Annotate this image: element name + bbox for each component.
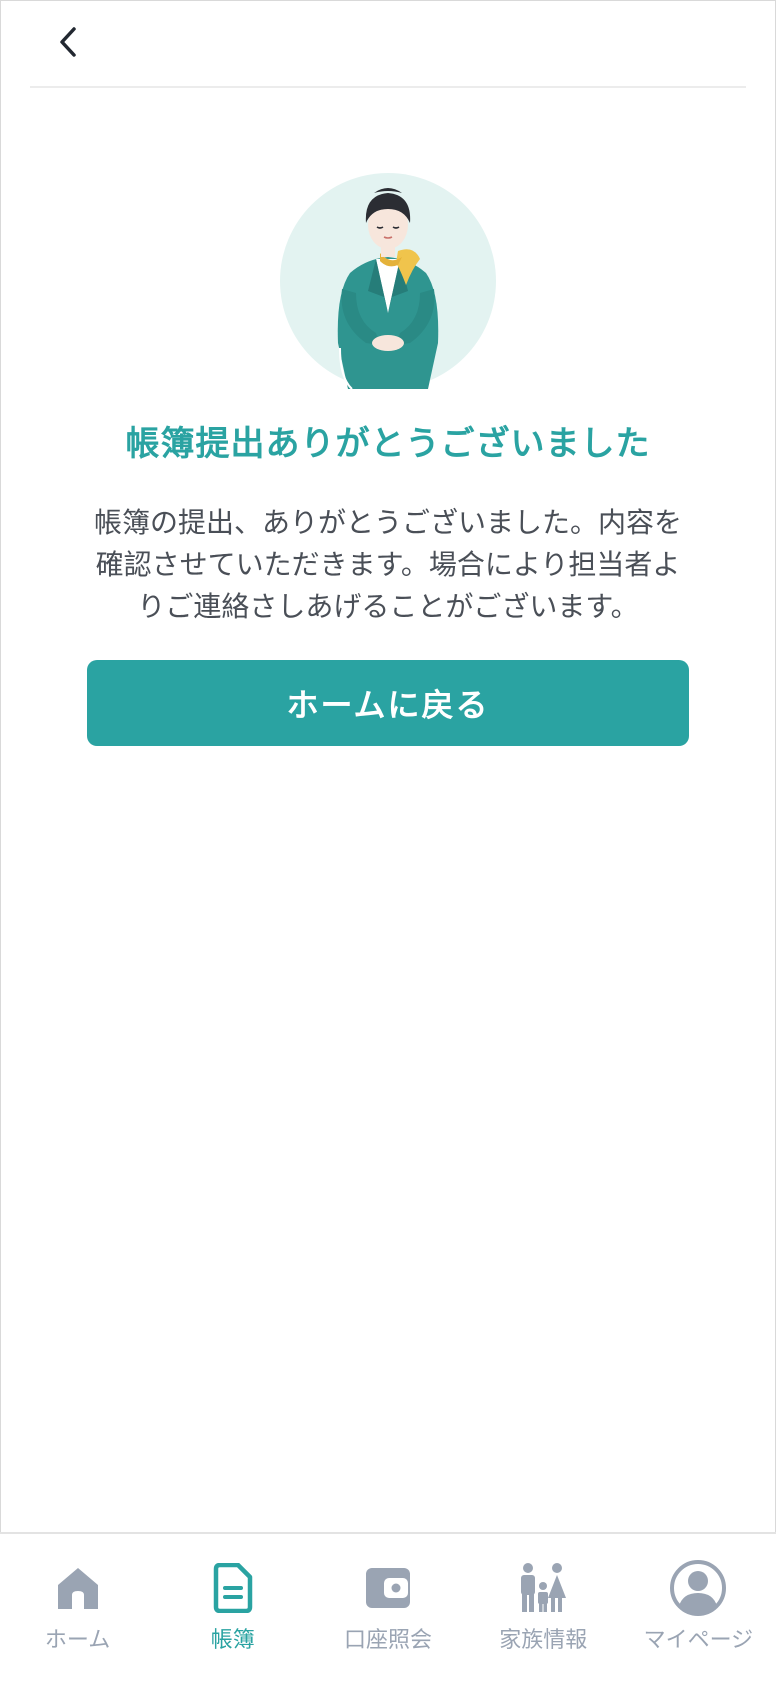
header-divider (30, 86, 746, 88)
back-button[interactable] (44, 18, 92, 70)
home-icon (46, 1560, 110, 1616)
tab-home[interactable]: ホーム (0, 1534, 155, 1682)
user-avatar-icon (666, 1560, 730, 1616)
tab-account-inquiry[interactable]: 口座照会 (310, 1534, 465, 1682)
tab-family-info[interactable]: 家族情報 (466, 1534, 621, 1682)
tab-home-label: ホーム (44, 1628, 111, 1653)
tab-ledger[interactable]: 帳簿 (155, 1534, 310, 1682)
confirmation-message: 帳簿の提出、ありがとうございました。内容を確認させていただきます。場合により担当… (93, 506, 682, 623)
family-icon (511, 1560, 575, 1616)
back-to-home-button[interactable]: ホームに戻る (87, 660, 689, 746)
tab-ledger-label: 帳簿 (210, 1628, 255, 1653)
bottom-tab-bar: ホーム 帳簿 口座照会 家族情報 マイページ (0, 1532, 776, 1682)
bowing-staff-illustration (280, 173, 496, 390)
ledger-document-icon (201, 1560, 265, 1616)
tab-my-page-label: マイページ (643, 1628, 754, 1653)
header (0, 0, 776, 88)
tab-my-page[interactable]: マイページ (621, 1534, 776, 1682)
wallet-icon (356, 1560, 420, 1616)
tab-family-info-label: 家族情報 (499, 1628, 588, 1653)
tab-account-inquiry-label: 口座照会 (344, 1628, 433, 1653)
page-title: 帳簿提出ありがとうございました (125, 424, 651, 464)
chevron-left-icon (57, 25, 79, 63)
